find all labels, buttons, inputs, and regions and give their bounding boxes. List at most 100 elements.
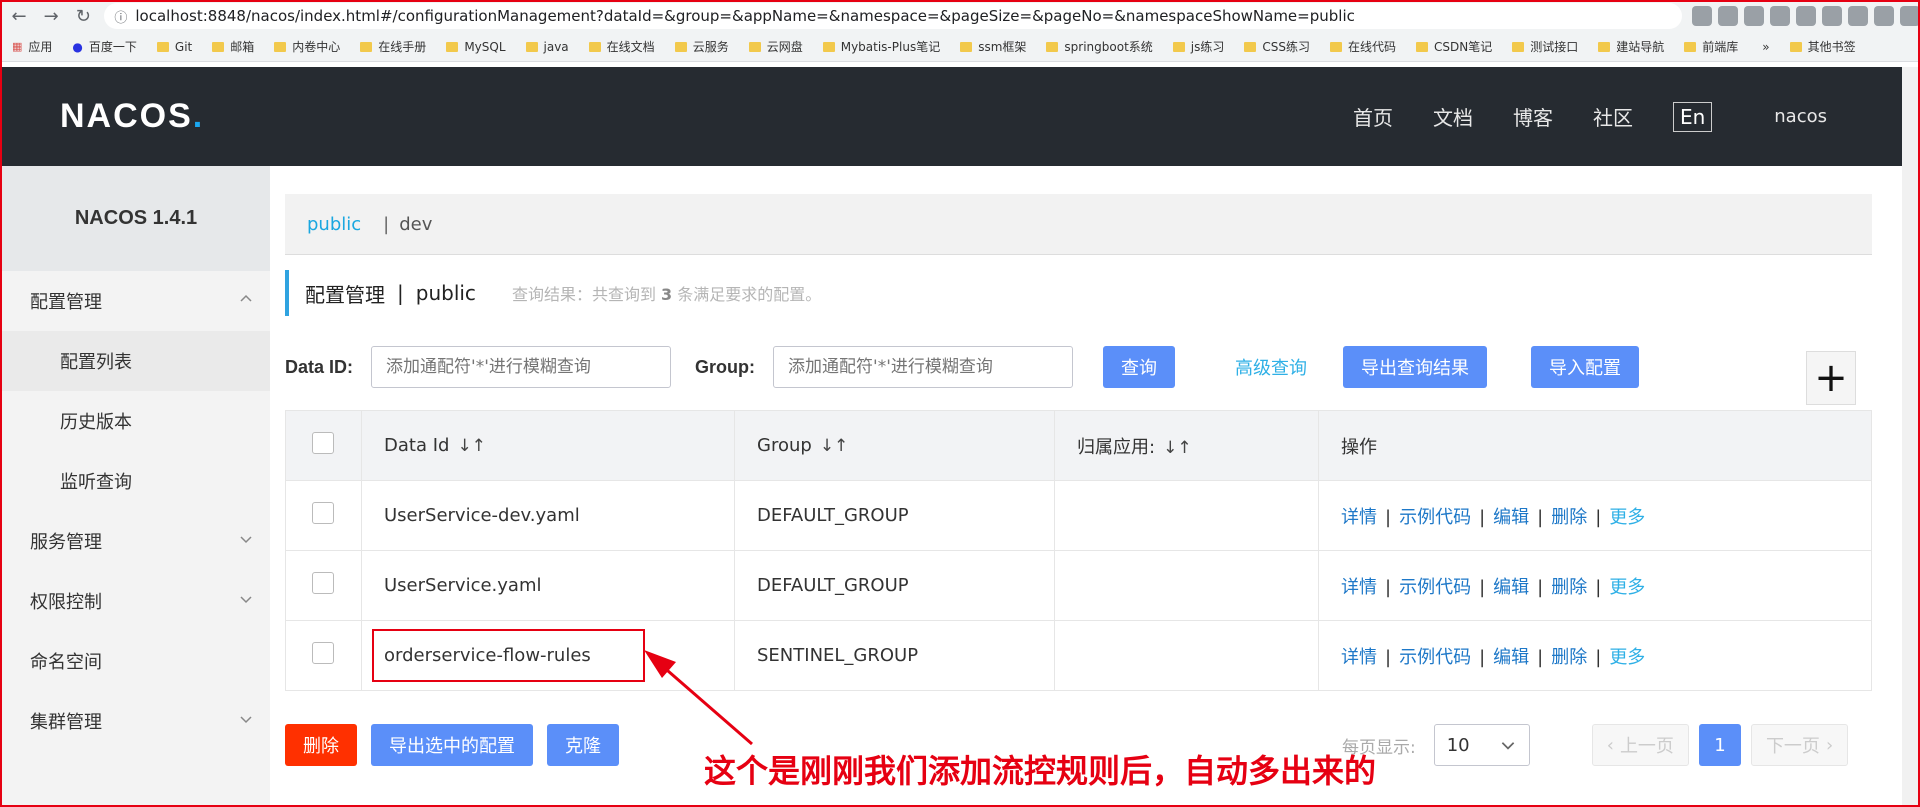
sidebar-item-cluster-management[interactable]: 集群管理 xyxy=(2,691,270,751)
annotation-note: 这个是刚刚我们添加流控规则后，自动多出来的 xyxy=(704,752,1377,790)
sidebar-item-service-management[interactable]: 服务管理 xyxy=(2,511,270,571)
op-details-link[interactable]: 详情 xyxy=(1341,647,1377,668)
op-more-link[interactable]: 更多 xyxy=(1609,507,1645,528)
namespace-dev[interactable]: dev xyxy=(399,214,432,235)
folder-icon xyxy=(525,41,538,52)
sort-icon[interactable]: ↓↑ xyxy=(457,436,486,456)
export-selected-button[interactable]: 导出选中的配置 xyxy=(371,724,533,766)
op-details-link[interactable]: 详情 xyxy=(1341,577,1377,598)
extension-icon[interactable] xyxy=(1770,6,1790,26)
bookmark-item[interactable]: 云服务 xyxy=(674,38,729,55)
query-button[interactable]: 查询 xyxy=(1103,346,1176,388)
op-delete-link[interactable]: 删除 xyxy=(1551,577,1587,598)
bookmark-item[interactable]: js练习 xyxy=(1172,38,1224,55)
export-results-button[interactable]: 导出查询结果 xyxy=(1343,346,1488,388)
extension-icon[interactable] xyxy=(1718,6,1738,26)
col-app[interactable]: 归属应用: ↓↑ xyxy=(1054,410,1319,481)
bookmark-item[interactable]: MySQL xyxy=(446,40,506,54)
nacos-logo[interactable]: NACOS. xyxy=(60,97,204,136)
extension-icon[interactable] xyxy=(1848,6,1868,26)
nav-blog[interactable]: 博客 xyxy=(1513,102,1553,131)
op-more-link[interactable]: 更多 xyxy=(1609,577,1645,598)
dataid-input[interactable] xyxy=(371,346,672,388)
sort-icon[interactable]: ↓↑ xyxy=(820,436,849,456)
bookmark-item[interactable]: 邮箱 xyxy=(212,38,254,55)
config-table: Data Id ↓↑ Group ↓↑ 归属应用: ↓↑ 操作 UserService… xyxy=(285,410,1872,691)
bookmark-apps[interactable]: ▦ 应用 xyxy=(12,38,52,55)
namespace-public[interactable]: public xyxy=(307,214,361,235)
chevron-left-icon: ‹ xyxy=(1606,734,1614,756)
op-sample-code-link[interactable]: 示例代码 xyxy=(1399,577,1471,598)
bookmarks-overflow-icon[interactable]: » xyxy=(1762,40,1769,54)
nav-community[interactable]: 社区 xyxy=(1593,102,1633,131)
reload-icon[interactable]: ↻ xyxy=(70,2,96,30)
delete-button[interactable]: 删除 xyxy=(285,724,357,766)
extension-icon[interactable] xyxy=(1796,6,1816,26)
sidebar-item-config-list[interactable]: 配置列表 xyxy=(2,331,270,391)
sidebar-item-listener-query[interactable]: 监听查询 xyxy=(2,451,270,511)
op-delete-link[interactable]: 删除 xyxy=(1551,507,1587,528)
bookmark-item[interactable]: java xyxy=(525,40,569,54)
bookmark-item[interactable]: 内卷中心 xyxy=(274,38,340,55)
bookmark-item[interactable]: ssm框架 xyxy=(960,38,1026,55)
prev-page-button[interactable]: ‹ 上一页 xyxy=(1591,724,1689,766)
bookmark-item[interactable]: 测试接口 xyxy=(1512,38,1578,55)
bookmark-item[interactable]: Git xyxy=(156,40,192,54)
op-sample-code-link[interactable]: 示例代码 xyxy=(1399,507,1471,528)
op-sample-code-link[interactable]: 示例代码 xyxy=(1399,647,1471,668)
group-input[interactable] xyxy=(773,346,1074,388)
bookmark-item[interactable]: CSDN笔记 xyxy=(1416,38,1492,55)
select-all-checkbox[interactable] xyxy=(312,432,334,454)
bookmark-item[interactable]: Mybatis-Plus笔记 xyxy=(822,38,940,55)
op-details-link[interactable]: 详情 xyxy=(1341,507,1377,528)
extension-icon[interactable] xyxy=(1874,6,1894,26)
bookmark-item[interactable]: 在线代码 xyxy=(1330,38,1396,55)
col-data-id[interactable]: Data Id ↓↑ xyxy=(361,410,735,481)
extension-icon[interactable] xyxy=(1692,6,1712,26)
advanced-query-link[interactable]: 高级查询 xyxy=(1235,354,1307,380)
address-bar[interactable]: ⓘ localhost:8848/nacos/index.html#/confi… xyxy=(104,3,1682,29)
clone-button[interactable]: 克隆 xyxy=(547,724,619,766)
bookmark-item[interactable]: 前端库 xyxy=(1684,38,1738,55)
page-size-select[interactable]: 10 xyxy=(1433,724,1530,766)
extension-icon[interactable] xyxy=(1822,6,1842,26)
add-config-button[interactable]: + xyxy=(1806,351,1856,405)
sort-icon[interactable]: ↓↑ xyxy=(1163,438,1192,458)
folder-icon xyxy=(748,41,761,52)
nav-docs[interactable]: 文档 xyxy=(1433,102,1473,131)
next-page-button[interactable]: 下一页 › xyxy=(1750,724,1849,766)
col-group[interactable]: Group ↓↑ xyxy=(734,410,1055,481)
op-edit-link[interactable]: 编辑 xyxy=(1493,577,1529,598)
bookmark-item[interactable]: 在线文档 xyxy=(588,38,655,55)
op-more-link[interactable]: 更多 xyxy=(1609,647,1645,668)
op-edit-link[interactable]: 编辑 xyxy=(1493,647,1529,668)
bookmark-item[interactable]: 建站导航 xyxy=(1598,38,1664,55)
page-scrollbar[interactable] xyxy=(1902,67,1920,807)
bookmark-item[interactable]: 在线手册 xyxy=(360,38,426,55)
language-toggle[interactable]: En xyxy=(1672,101,1713,132)
folder-icon xyxy=(212,41,225,52)
sidebar-item-history[interactable]: 历史版本 xyxy=(2,391,270,451)
sidebar-item-namespace[interactable]: 命名空间 xyxy=(2,631,270,691)
extension-icon[interactable] xyxy=(1744,6,1764,26)
row-checkbox[interactable] xyxy=(312,572,334,594)
back-icon[interactable]: ← xyxy=(6,2,32,30)
user-menu[interactable]: nacos xyxy=(1774,106,1827,127)
bookmark-item[interactable]: ● 百度一下 xyxy=(72,38,137,55)
page-number-current[interactable]: 1 xyxy=(1698,724,1741,766)
forward-icon[interactable]: → xyxy=(38,2,64,30)
row-checkbox[interactable] xyxy=(312,642,334,664)
op-delete-link[interactable]: 删除 xyxy=(1551,647,1587,668)
bookmark-item[interactable]: CSS练习 xyxy=(1244,38,1310,55)
other-bookmarks[interactable]: 其他书签 xyxy=(1789,38,1856,55)
bookmark-item[interactable]: 云网盘 xyxy=(748,38,803,55)
nav-home[interactable]: 首页 xyxy=(1353,102,1393,131)
op-edit-link[interactable]: 编辑 xyxy=(1493,507,1529,528)
cell-group: SENTINEL_GROUP xyxy=(734,620,1055,691)
sidebar-item-access-control[interactable]: 权限控制 xyxy=(2,571,270,631)
bookmark-item[interactable]: springboot系统 xyxy=(1046,38,1153,55)
extension-icon[interactable] xyxy=(1900,6,1920,26)
import-config-button[interactable]: 导入配置 xyxy=(1531,346,1640,388)
sidebar-item-config-management[interactable]: 配置管理 xyxy=(2,271,270,331)
row-checkbox[interactable] xyxy=(312,502,334,524)
